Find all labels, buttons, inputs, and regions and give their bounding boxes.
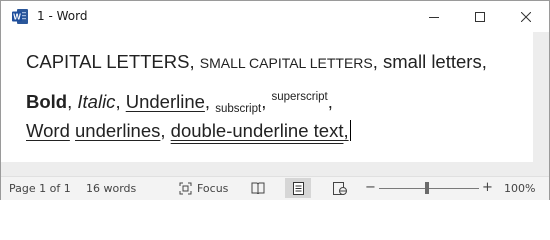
title-bar[interactable]: W 1 - Word	[1, 1, 549, 32]
print-layout-button[interactable]	[285, 178, 311, 198]
status-bar: Page 1 of 1 16 words Focus − + 100%	[1, 176, 549, 200]
word-underline-word: Word	[26, 120, 70, 141]
word-app-icon: W	[12, 9, 28, 24]
italic-text: Italic	[77, 91, 116, 112]
word-window: W 1 - Word CAPITAL LETTERS, SMALL CAPITA…	[0, 0, 550, 200]
book-icon	[251, 182, 265, 194]
web-layout-button[interactable]	[327, 178, 353, 198]
page-count[interactable]: Page 1 of 1	[9, 182, 71, 195]
web-layout-icon	[333, 181, 347, 195]
underline-text: Underline	[125, 91, 205, 112]
window-title: 1 - Word	[37, 9, 88, 23]
close-button[interactable]	[503, 1, 549, 32]
text-line-3: Word underlines, double-underline text,	[26, 120, 351, 141]
document-area: CAPITAL LETTERS, SMALL CAPITAL LETTERS, …	[1, 32, 549, 176]
text-line-2: Bold, Italic, Underline, subscript, supe…	[26, 91, 333, 115]
superscript-text: superscript	[271, 91, 328, 103]
close-icon	[521, 11, 531, 22]
minimize-icon	[429, 16, 439, 18]
subscript-text: subscript	[215, 103, 262, 115]
document-page[interactable]: CAPITAL LETTERS, SMALL CAPITAL LETTERS, …	[1, 32, 533, 162]
focus-icon	[179, 182, 192, 195]
zoom-level[interactable]: 100%	[504, 182, 535, 195]
maximize-icon	[475, 11, 485, 22]
page-icon	[292, 181, 304, 195]
read-mode-button[interactable]	[245, 178, 271, 198]
text-cursor	[349, 120, 351, 141]
zoom-slider-thumb[interactable]	[425, 182, 429, 194]
bold-text: Bold	[26, 91, 68, 112]
focus-button[interactable]: Focus	[197, 182, 228, 195]
word-count[interactable]: 16 words	[86, 182, 136, 195]
zoom-in-button[interactable]: +	[482, 180, 493, 195]
vertical-scrollbar[interactable]	[535, 32, 549, 176]
zoom-slider-track[interactable]	[379, 188, 479, 189]
maximize-button[interactable]	[457, 1, 503, 32]
small-capital-letters-text: SMALL CAPITAL LETTERS	[199, 55, 373, 71]
minimize-button[interactable]	[411, 1, 457, 32]
text-line-1: CAPITAL LETTERS, SMALL CAPITAL LETTERS, …	[26, 51, 487, 72]
zoom-out-button[interactable]: −	[365, 180, 376, 195]
capital-letters-text: CAPITAL LETTERS	[26, 51, 190, 72]
double-underline-text: double-underline text	[170, 120, 344, 141]
small-letters-text: small letters	[383, 51, 482, 72]
word-underline-underlines: underlines	[75, 120, 161, 141]
svg-text:W: W	[13, 13, 21, 22]
